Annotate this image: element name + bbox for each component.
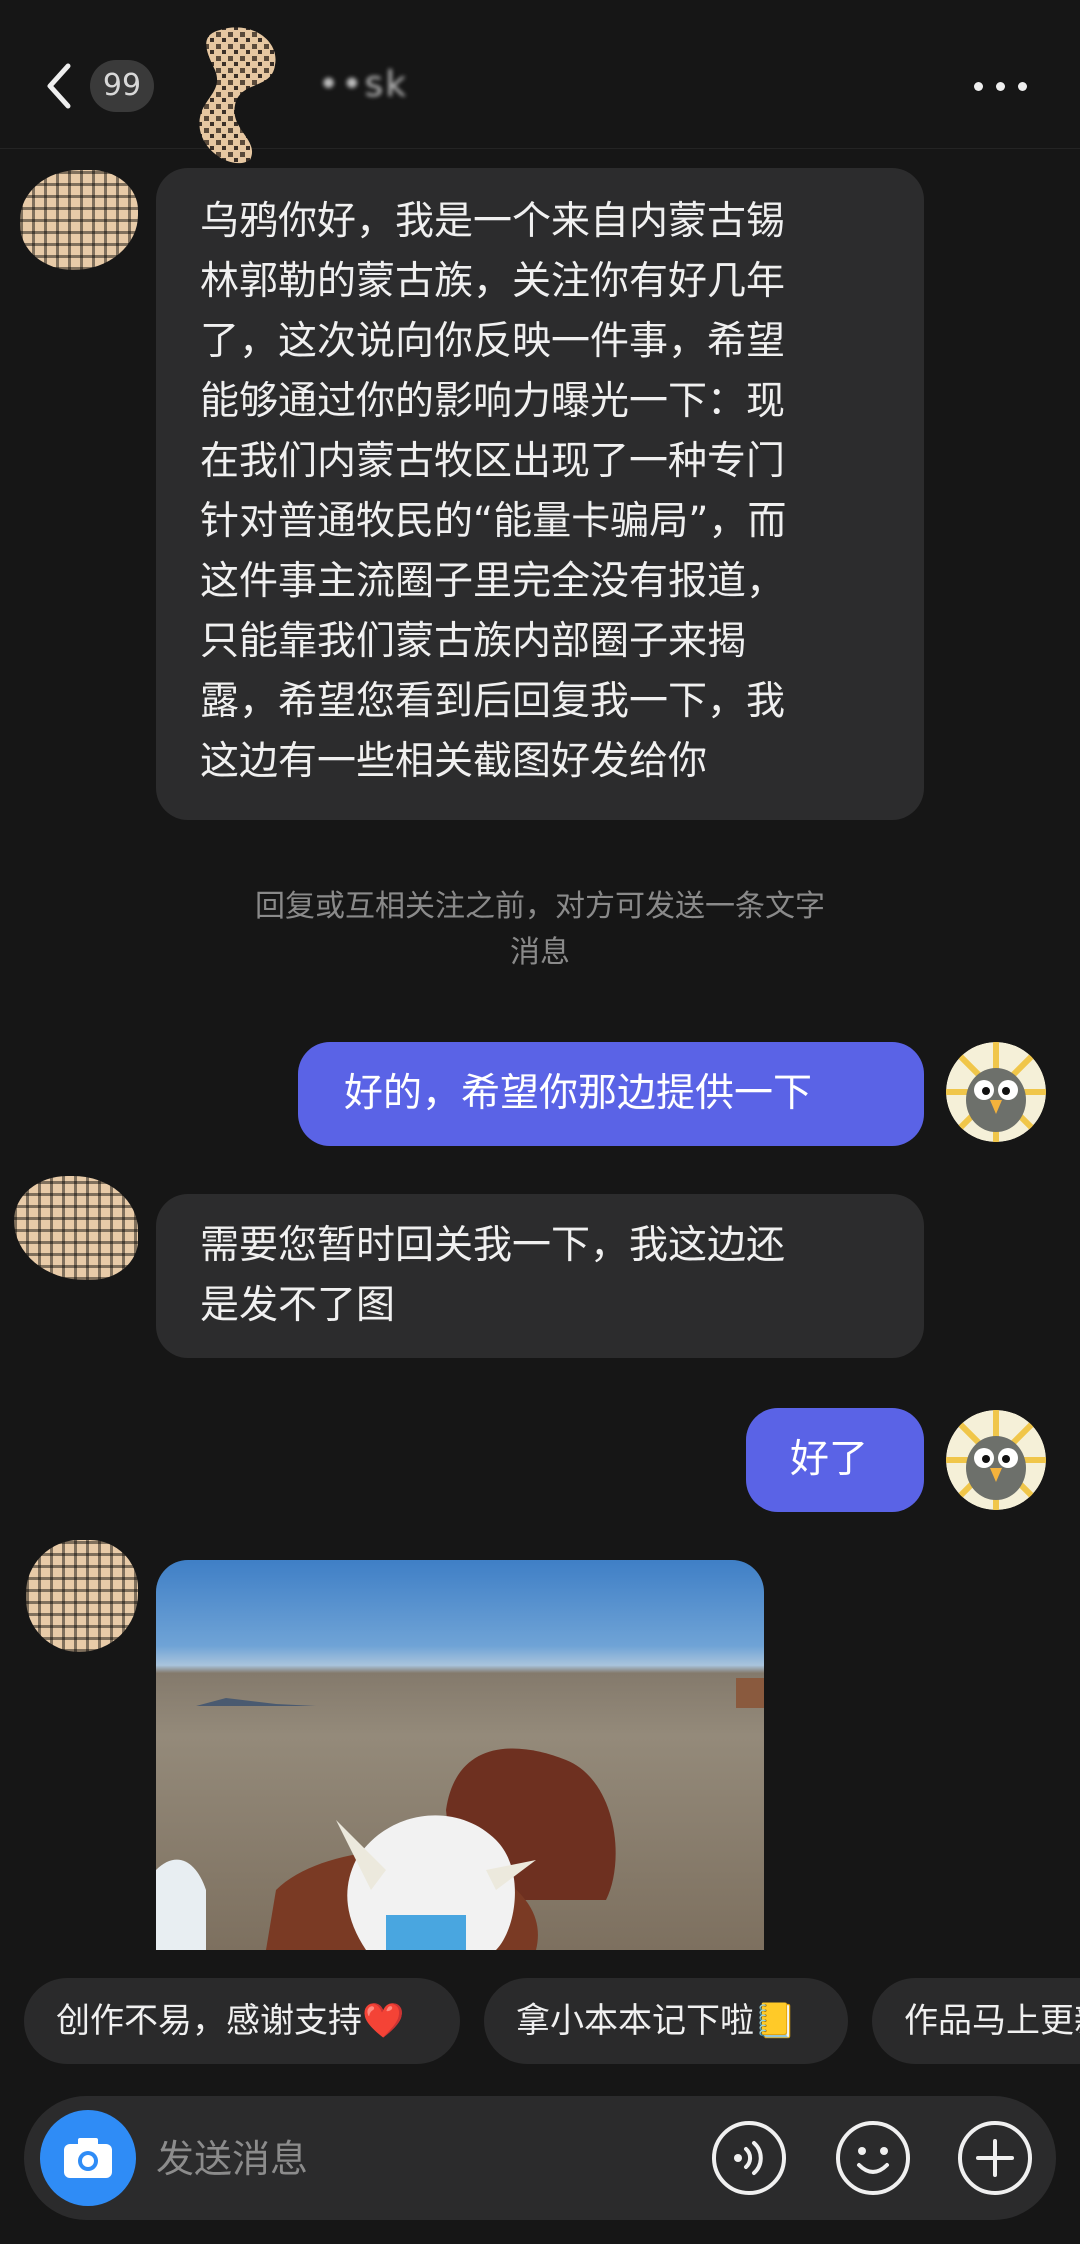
camera-icon bbox=[64, 2138, 112, 2178]
message-bubble-outgoing[interactable]: 好了 bbox=[746, 1408, 924, 1512]
messaging-limit-notice: 回复或互相关注之前，对方可发送一条文字 消息 bbox=[210, 884, 870, 976]
emoji-button[interactable] bbox=[834, 2119, 912, 2197]
camera-button[interactable] bbox=[40, 2110, 136, 2206]
message-line: 了，这次说向你反映一件事，希望 bbox=[200, 319, 786, 364]
my-avatar-owl[interactable] bbox=[946, 1410, 1046, 1510]
quick-reply-chip[interactable]: 拿小本本记下啦📒 bbox=[484, 1978, 848, 2064]
message-line: 这件事主流圈子里完全没有报道， bbox=[200, 559, 786, 604]
sender-avatar[interactable] bbox=[20, 170, 138, 270]
back-button[interactable] bbox=[40, 58, 80, 114]
message-bubble-incoming[interactable]: 乌鸦你好，我是一个来自内蒙古锡 林郭勒的蒙古族，关注你有好几年 了，这次说向你反… bbox=[156, 168, 924, 820]
more-dot bbox=[1018, 82, 1027, 91]
contact-avatar-mosaic[interactable] bbox=[180, 20, 300, 170]
sender-avatar[interactable] bbox=[14, 1176, 138, 1280]
message-bubble-incoming[interactable]: 需要您暂时回关我一下，我这边还 是发不了图 bbox=[156, 1194, 924, 1358]
message-image[interactable] bbox=[156, 1560, 764, 1950]
chevron-left-icon bbox=[47, 63, 71, 109]
quick-reply-chip[interactable]: 创作不易，感谢支持❤️ bbox=[24, 1978, 460, 2064]
voice-button[interactable] bbox=[710, 2119, 788, 2197]
notice-line: 回复或互相关注之前，对方可发送一条文字 bbox=[255, 889, 825, 924]
add-button[interactable] bbox=[956, 2119, 1034, 2197]
more-dot bbox=[996, 82, 1005, 91]
message-line: 好了 bbox=[790, 1437, 869, 1482]
message-line: 需要您暂时回关我一下，我这边还 bbox=[200, 1223, 786, 1268]
message-line: 针对普通牧民的“能量卡骗局”，而 bbox=[200, 499, 787, 544]
unread-badge: 99 bbox=[90, 60, 154, 112]
emoji-icon bbox=[836, 2121, 910, 2195]
message-line: 露，希望您看到后回复我一下，我 bbox=[200, 679, 786, 724]
more-dots-icon bbox=[974, 82, 983, 91]
more-options-button[interactable] bbox=[972, 66, 1032, 106]
message-line: 好的，希望你那边提供一下 bbox=[344, 1071, 813, 1116]
plus-icon bbox=[958, 2121, 1032, 2195]
sender-avatar[interactable] bbox=[26, 1540, 138, 1652]
message-line: 在我们内蒙古牧区出现了一种专门 bbox=[200, 439, 786, 484]
chat-header bbox=[0, 0, 1080, 149]
message-line: 这边有一些相关截图好发给你 bbox=[200, 739, 708, 784]
contact-name[interactable]: ••sk bbox=[318, 64, 408, 105]
message-input[interactable]: 发送消息 bbox=[156, 2136, 308, 2182]
notice-line: 消息 bbox=[510, 935, 570, 970]
voice-icon bbox=[712, 2121, 786, 2195]
message-line: 只能靠我们蒙古族内部圈子来揭 bbox=[200, 619, 747, 664]
message-bubble-outgoing[interactable]: 好的，希望你那边提供一下 bbox=[298, 1042, 924, 1146]
message-line: 乌鸦你好，我是一个来自内蒙古锡 bbox=[200, 199, 786, 244]
message-line: 林郭勒的蒙古族，关注你有好几年 bbox=[200, 259, 786, 304]
quick-reply-chip[interactable]: 作品马上更新 bbox=[872, 1978, 1080, 2064]
my-avatar-owl[interactable] bbox=[946, 1042, 1046, 1142]
message-line: 是发不了图 bbox=[200, 1283, 396, 1328]
message-line: 能够通过你的影响力曝光一下：现 bbox=[200, 379, 786, 424]
